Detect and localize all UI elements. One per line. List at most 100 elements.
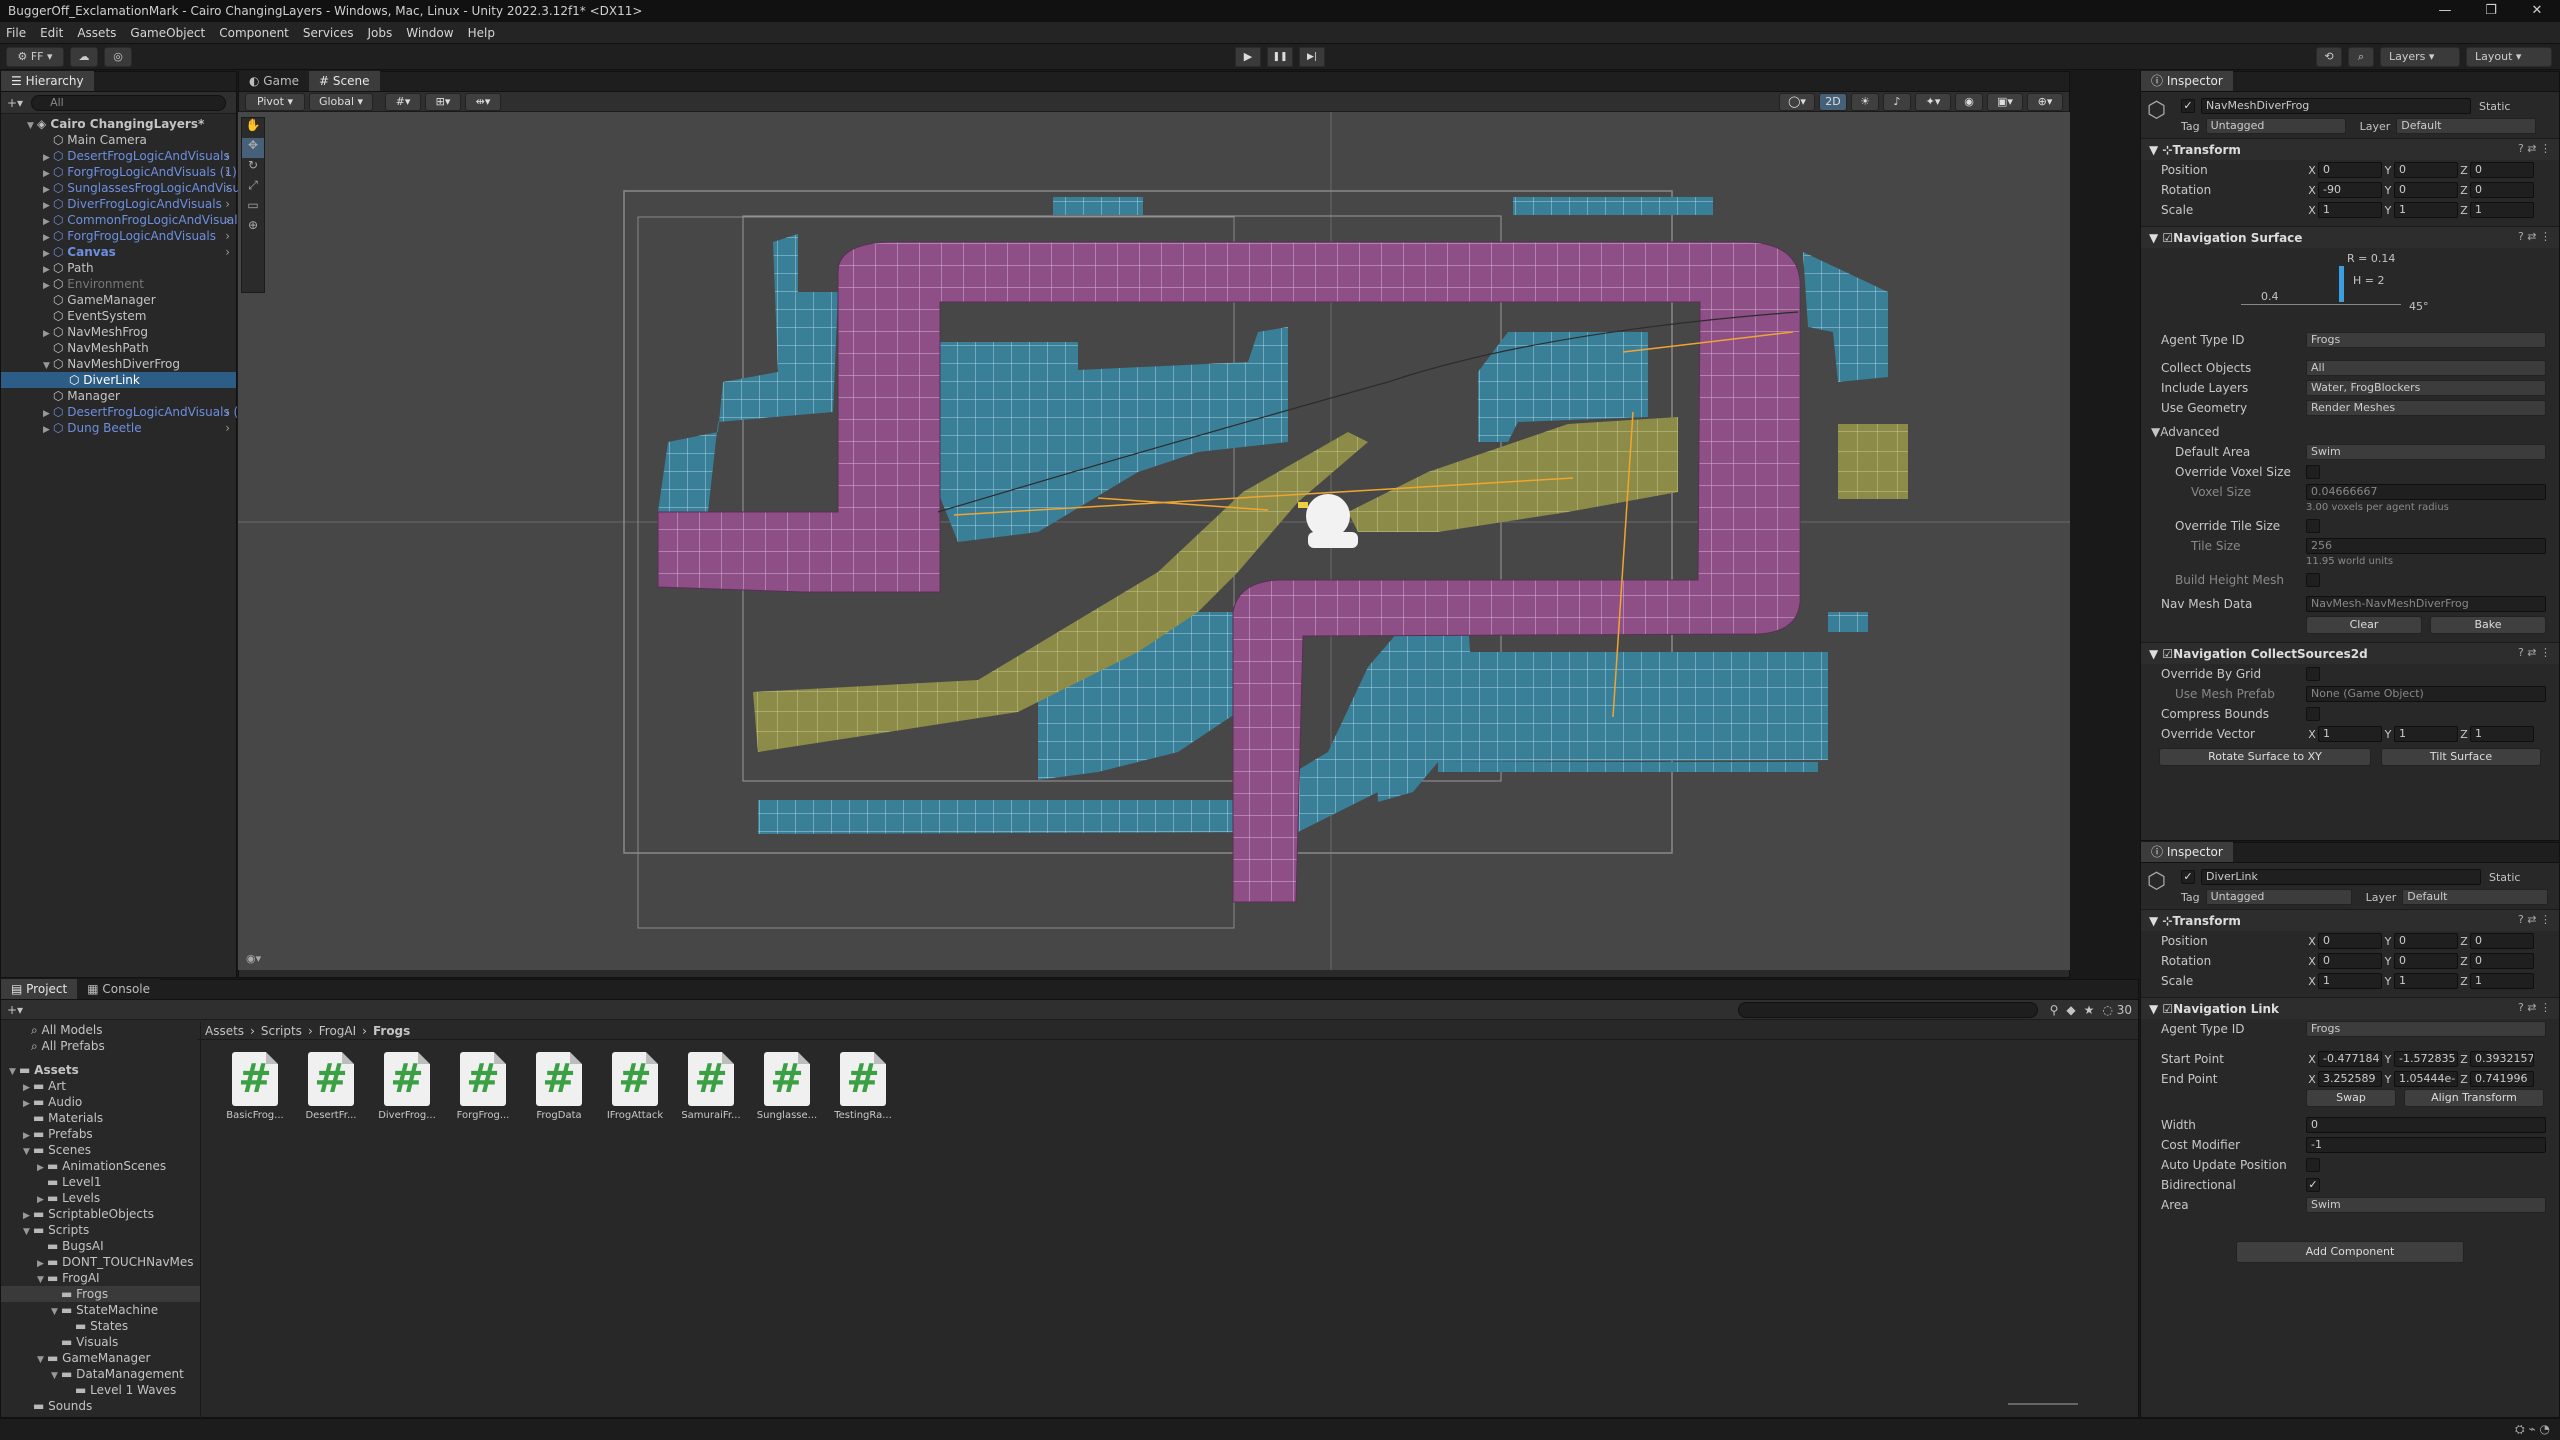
menu-file[interactable]: File [6, 26, 26, 40]
tag-dropdown[interactable]: Untagged [2205, 889, 2352, 905]
hidden-count-icon[interactable]: ◌ 30 [2102, 1003, 2132, 1017]
active-checkbox[interactable]: ✓ [2181, 99, 2195, 113]
network-icon[interactable]: ⌁ [2528, 1422, 2535, 1436]
chevron-right-icon[interactable]: › [225, 228, 230, 244]
default-area-dropdown[interactable]: Swim [2306, 444, 2546, 460]
folder-item[interactable]: ▼ ▬ Assets [1, 1062, 200, 1078]
scale-y[interactable]: 1 [2394, 973, 2458, 989]
use-mesh-prefab-field[interactable]: None (Game Object) [2306, 686, 2546, 702]
breadcrumb-frogs[interactable]: Frogs [373, 1024, 410, 1038]
hierarchy-item[interactable]: ⬡ Main Camera [1, 132, 236, 148]
folder-item[interactable]: ▬ Level1 [1, 1174, 200, 1190]
hierarchy-item[interactable]: ▶ ⬡ SunglassesFrogLogicAndVisuals › [1, 180, 257, 196]
tile-size-field[interactable]: 256 [2306, 538, 2546, 554]
override-vector-z[interactable]: 1 [2470, 726, 2534, 742]
chevron-right-icon[interactable]: › [225, 420, 230, 436]
clear-button[interactable]: Clear [2306, 616, 2422, 634]
hierarchy-item[interactable]: ▶ ⬡ Path [1, 260, 236, 276]
active-checkbox[interactable]: ✓ [2181, 870, 2195, 884]
component-menu-icon[interactable]: ? ⇄ ⋮ [2518, 1001, 2551, 1014]
tab-project[interactable]: ▤ Project [1, 979, 78, 999]
navmesh-data-field[interactable]: NavMesh-NavMeshDiverFrog [2306, 596, 2546, 612]
menu-gameobject[interactable]: GameObject [130, 26, 205, 40]
rotation-y[interactable]: 0 [2394, 953, 2458, 969]
scale-z[interactable]: 1 [2470, 973, 2534, 989]
folder-item[interactable]: ▬ Materials [1, 1110, 200, 1126]
script-asset[interactable]: # IFrogAttack [601, 1052, 669, 1121]
scene-root[interactable]: ▼ ◈ Cairo ChangingLayers* [1, 116, 236, 132]
cloud-icon[interactable]: ☁ [70, 47, 98, 67]
script-asset[interactable]: # Sunglasse... [753, 1052, 821, 1121]
navlink-component-header[interactable]: ▼ ☑ Navigation Link ? ⇄ ⋮ [2141, 997, 2559, 1019]
folder-item[interactable]: ▼ ▬ FrogAI [1, 1270, 200, 1286]
camera-icon[interactable]: ▣▾ [1987, 92, 2023, 111]
scene-viewport[interactable]: ✋ ✥ ↻ ⤢ ▭ ⊕ ◉▾ [238, 112, 2070, 970]
hierarchy-item[interactable]: ▶ ⬡ Environment [1, 276, 236, 292]
gizmos-icon[interactable]: ⊕▾ [2027, 92, 2063, 111]
folder-item[interactable]: ▬ States [1, 1318, 200, 1334]
override-vector-y[interactable]: 1 [2394, 726, 2458, 742]
scale-x[interactable]: 1 [2318, 202, 2382, 218]
scale-z[interactable]: 1 [2470, 202, 2534, 218]
zoom-slider[interactable] [2008, 1403, 2078, 1405]
increment-snap-icon[interactable]: ⊞▾ [425, 92, 461, 111]
script-asset[interactable]: # BasicFrog... [221, 1052, 289, 1121]
rect-tool-icon[interactable]: ▭ [242, 198, 264, 218]
minimize-button[interactable]: — [2422, 0, 2468, 22]
rotation-y[interactable]: 0 [2394, 182, 2458, 198]
folder-item[interactable]: ▬ Visuals [1, 1334, 200, 1350]
tab-inspector-1[interactable]: ⓘ Inspector [2141, 71, 2233, 91]
hierarchy-item[interactable]: ▶ ⬡ DesertFrogLogicAndVisuals (1) › [1, 404, 251, 420]
tilt-surface-button[interactable]: Tilt Surface [2381, 748, 2541, 766]
rotate-surface-button[interactable]: Rotate Surface to XY [2159, 748, 2371, 766]
expand-icon[interactable]: ▶ [43, 422, 53, 438]
rotation-x[interactable]: 0 [2318, 953, 2382, 969]
folder-item[interactable]: ▼ ▬ GameManager [1, 1350, 200, 1366]
folder-item[interactable]: ▬ Level 1 Waves [1, 1382, 200, 1398]
collect2d-component-header[interactable]: ▼ ☑ Navigation CollectSources2d ? ⇄ ⋮ [2141, 642, 2559, 664]
script-asset[interactable]: # DesertFr... [297, 1052, 365, 1121]
folder-item[interactable]: ▼ ▬ DataManagement [1, 1366, 200, 1382]
hierarchy-item[interactable]: ▶ ⬡ Dung Beetle › [1, 420, 236, 436]
component-menu-icon[interactable]: ? ⇄ ⋮ [2518, 230, 2551, 243]
script-asset[interactable]: # ForgFrog... [449, 1052, 517, 1121]
rotation-z[interactable]: 0 [2470, 182, 2534, 198]
folder-item[interactable]: ▼ ▬ StateMachine [1, 1302, 200, 1318]
compress-bounds-checkbox[interactable] [2306, 707, 2320, 721]
hierarchy-item[interactable]: ▶ ⬡ CommonFrogLogicAndVisuals › [1, 212, 244, 228]
position-z[interactable]: 0 [2470, 933, 2534, 949]
folder-item[interactable]: ▶ ▬ ScriptableObjects [1, 1206, 200, 1222]
use-geometry-dropdown[interactable]: Render Meshes [2306, 400, 2546, 416]
folder-item[interactable]: ▶ ▬ Art [1, 1078, 200, 1094]
transform-component-header[interactable]: ▼ ⊹ Transform ? ⇄ ⋮ [2141, 138, 2559, 160]
folder-item[interactable]: ▬ Frogs [1, 1286, 200, 1302]
undo-history-icon[interactable]: ⟲ [2316, 47, 2342, 67]
pivot-dropdown[interactable]: Pivot ▾ [245, 92, 305, 111]
hierarchy-item[interactable]: ▶ ⬡ NavMeshFrog [1, 324, 236, 340]
menu-assets[interactable]: Assets [77, 26, 116, 40]
add-component-button[interactable]: Add Component [2236, 1241, 2464, 1263]
width-field[interactable]: 0 [2306, 1117, 2546, 1133]
add-icon[interactable]: +▾ [7, 96, 23, 110]
static-label[interactable]: Static [2489, 871, 2520, 884]
agent-type-dropdown[interactable]: Frogs [2306, 332, 2546, 348]
hierarchy-item[interactable]: ⬡ Manager [1, 388, 236, 404]
end-y[interactable]: 1.05444e- [2394, 1071, 2458, 1087]
account-button[interactable]: ⚙ FF ▾ [6, 47, 64, 67]
position-y[interactable]: 0 [2394, 162, 2458, 178]
component-menu-icon[interactable]: ? ⇄ ⋮ [2518, 646, 2551, 659]
scale-tool-icon[interactable]: ⤢ [242, 178, 264, 198]
override-tile-checkbox[interactable] [2306, 519, 2320, 533]
end-z[interactable]: 0.741996 [2470, 1071, 2534, 1087]
play-button[interactable]: ▶ [1235, 47, 1261, 67]
script-asset[interactable]: # SamuraiFr... [677, 1052, 745, 1121]
override-voxel-checkbox[interactable] [2306, 465, 2320, 479]
start-z[interactable]: 0.3932157 [2470, 1051, 2534, 1067]
collab-icon[interactable]: ◎ [104, 47, 132, 67]
rotation-z[interactable]: 0 [2470, 953, 2534, 969]
menu-jobs[interactable]: Jobs [368, 26, 393, 40]
override-vector-x[interactable]: 1 [2318, 726, 2382, 742]
static-label[interactable]: Static [2479, 100, 2510, 113]
hierarchy-item[interactable]: ▶ ⬡ DesertFrogLogicAndVisuals › [1, 148, 236, 164]
move-tool-icon[interactable]: ✥ [242, 138, 264, 158]
